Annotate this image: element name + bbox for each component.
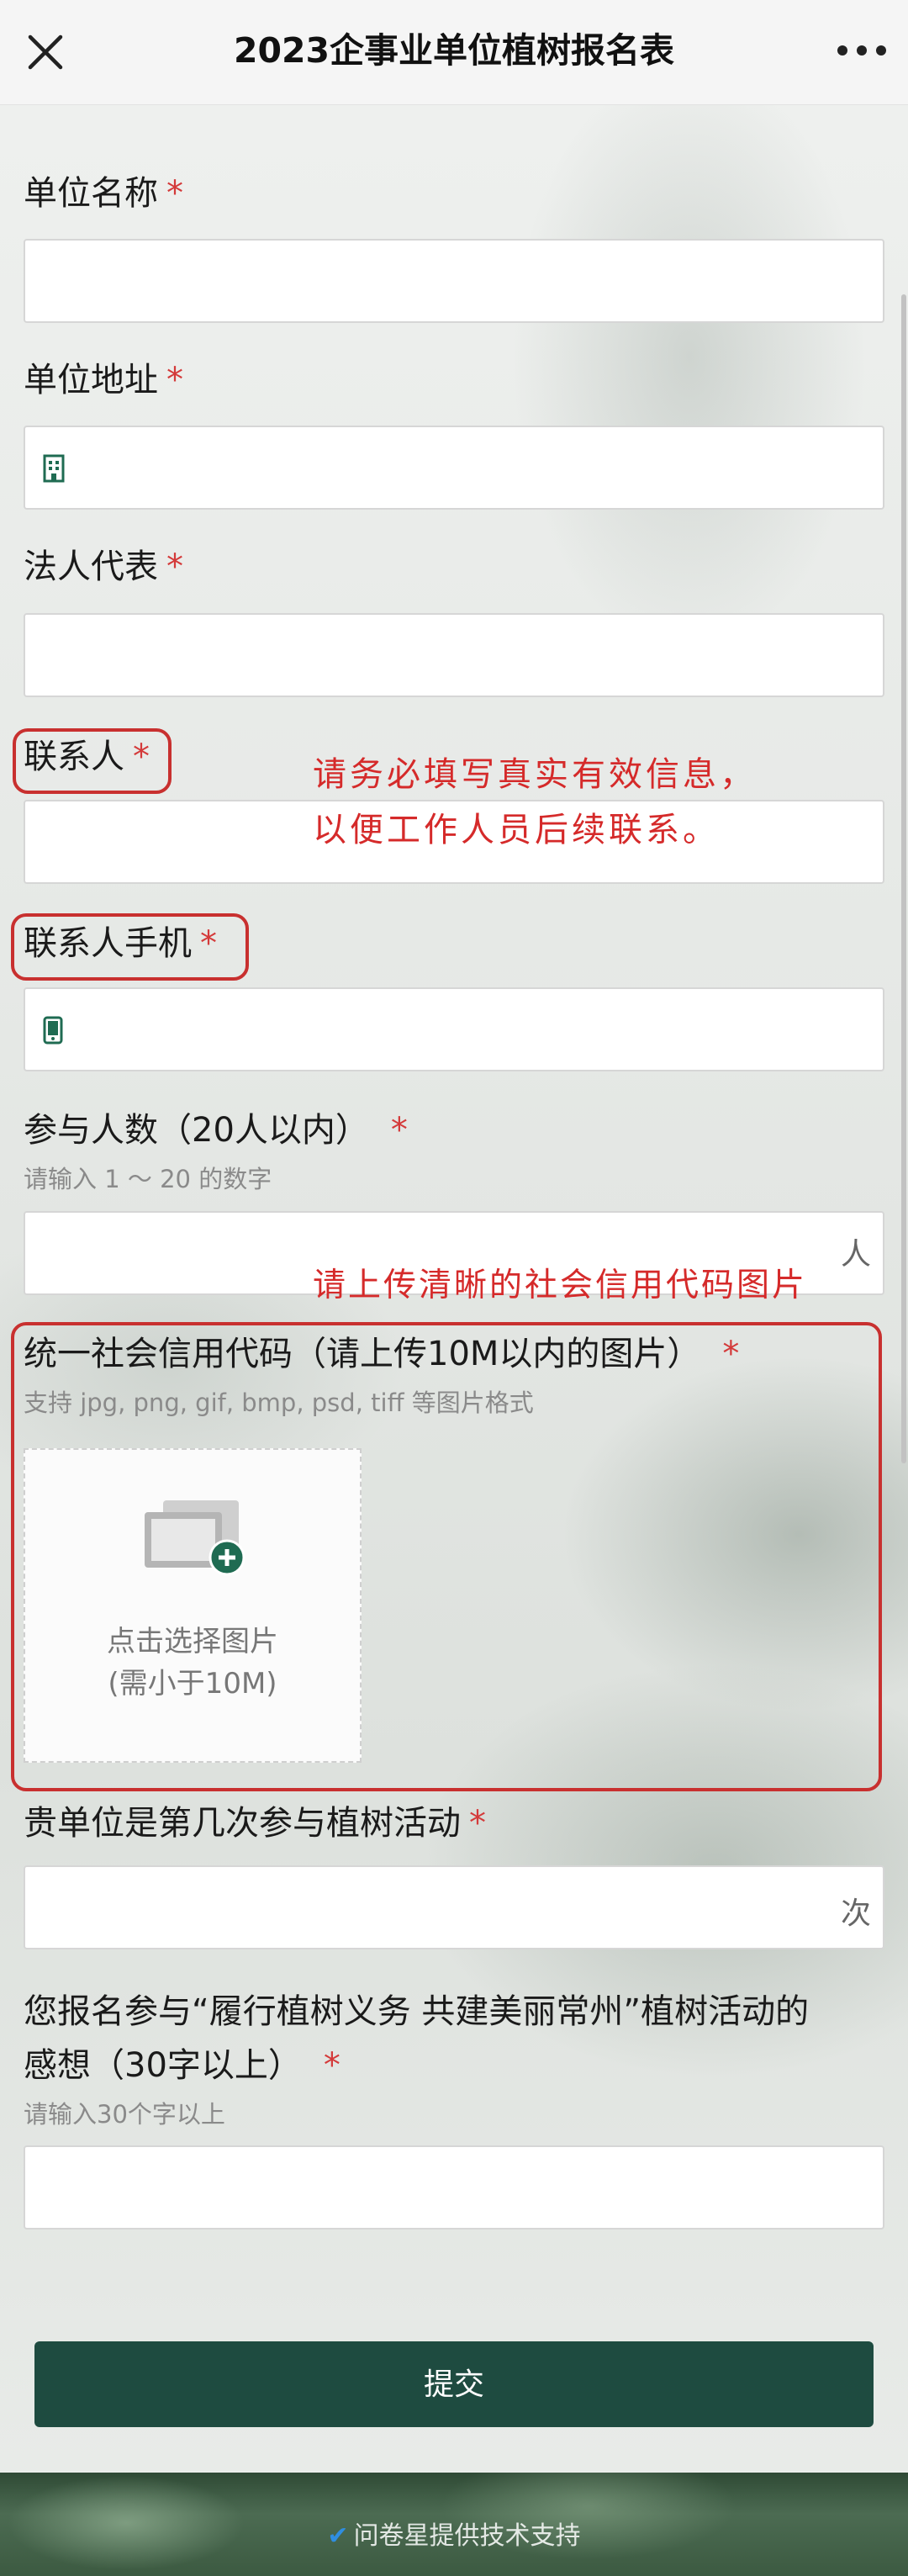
thoughts-input[interactable] xyxy=(24,2145,884,2230)
contact-note-line2: 以便工作人员后续联系。 xyxy=(313,811,720,849)
submit-button[interactable]: 提交 xyxy=(34,2341,874,2427)
footer-text[interactable]: 问卷星提供技术支持 xyxy=(354,2521,581,2551)
credit-code-hint: 支持 jpg, png, gif, bmp, psd, tiff 等图片格式 xyxy=(24,1389,534,1417)
thoughts-hint: 请输入30个字以上 xyxy=(24,2100,225,2129)
field-label-thoughts-line2: 感想（30字以上） * xyxy=(24,2046,340,2085)
times-unit: 次 xyxy=(840,1896,871,1931)
field-label-participants: 参与人数（20人以内） * xyxy=(24,1111,408,1150)
participants-hint: 请输入 1 ～ 20 的数字 xyxy=(24,1165,272,1193)
field-label-times: 贵单位是第几次参与植树活动 * xyxy=(24,1804,486,1843)
field-label-unit-name: 单位名称 * xyxy=(24,174,183,213)
top-bar: 2023企事业单位植树报名表 xyxy=(0,0,908,105)
unit-address-input[interactable] xyxy=(24,426,884,510)
upload-size-text: (需小于10M) xyxy=(108,1667,277,1701)
field-label-unit-address: 单位地址 * xyxy=(24,361,183,399)
field-label-credit-code: 统一社会信用代码（请上传10M以内的图片） * xyxy=(24,1335,740,1373)
times-input[interactable]: 次 xyxy=(24,1865,884,1949)
close-icon[interactable] xyxy=(22,29,69,76)
phone-icon xyxy=(42,1016,64,1048)
image-upload-button[interactable]: 点击选择图片 (需小于10M) xyxy=(24,1448,362,1763)
upload-text: 点击选择图片 xyxy=(107,1625,278,1658)
field-label-legal-rep: 法人代表 * xyxy=(24,547,183,586)
footer: ✔ 问卷星提供技术支持 xyxy=(0,2515,908,2552)
field-label-thoughts: 您报名参与“履行植树义务 共建美丽常州”植树活动的 xyxy=(24,1992,810,2031)
image-add-icon xyxy=(140,1495,249,1579)
check-icon: ✔ xyxy=(327,2521,349,2551)
scrollbar[interactable] xyxy=(901,294,906,1463)
contact-phone-input[interactable] xyxy=(24,987,884,1071)
unit-name-input[interactable] xyxy=(24,239,884,323)
upload-note: 请上传清晰的社会信用代码图片 xyxy=(313,1267,808,1304)
contact-note-line1: 请务必填写真实有效信息， xyxy=(313,755,757,794)
field-label-contact-phone: 联系人手机 * xyxy=(24,924,217,963)
legal-rep-input[interactable] xyxy=(24,613,884,697)
more-icon[interactable] xyxy=(837,40,886,61)
participants-unit: 人 xyxy=(840,1237,871,1272)
building-icon xyxy=(42,454,66,486)
field-label-contact: 联系人 * xyxy=(24,738,150,776)
page-title: 2023企事业单位植树报名表 xyxy=(233,30,675,71)
